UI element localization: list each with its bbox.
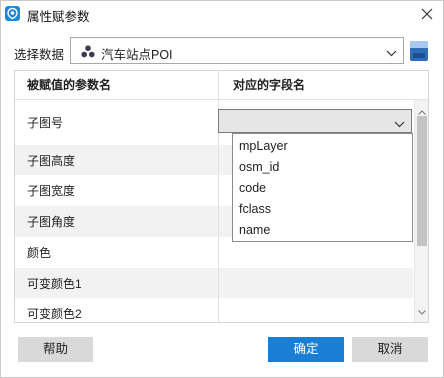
- grid-vertical-scrollbar[interactable]: [414, 100, 428, 322]
- datasource-label: 选择数据: [14, 48, 65, 62]
- window-title: 属性赋参数: [27, 10, 90, 24]
- grid-header: 被赋值的参数名 对应的字段名: [15, 71, 428, 100]
- datasource-row: 选择数据 汽车站点POI: [1, 37, 443, 65]
- app-logo-icon: [5, 6, 20, 21]
- dropdown-option[interactable]: fclass: [233, 199, 412, 220]
- field-name-combobox[interactable]: [218, 109, 412, 133]
- title-bar: 属性赋参数: [1, 1, 443, 27]
- attribute-parameter-dialog: 属性赋参数 选择数据 汽车站点POI 被赋值的参数名 对应的字段名 子图号 子图…: [0, 0, 444, 378]
- dropdown-option[interactable]: name: [233, 220, 412, 241]
- table-row[interactable]: 可变颜色2: [15, 298, 413, 322]
- close-button[interactable]: [417, 4, 437, 24]
- field-cell[interactable]: [219, 298, 413, 322]
- scrollbar-thumb[interactable]: [417, 116, 427, 246]
- close-icon: [421, 8, 433, 20]
- help-button[interactable]: 帮助: [18, 337, 93, 362]
- chevron-down-icon: [386, 46, 397, 60]
- dropdown-option[interactable]: osm_id: [233, 157, 412, 178]
- param-name-cell: 颜色: [15, 237, 219, 268]
- param-name-cell: 子图高度: [15, 145, 219, 175]
- param-name-cell: 子图宽度: [15, 175, 219, 206]
- point-layer-icon: [81, 45, 95, 58]
- column-header-field: 对应的字段名: [233, 78, 306, 92]
- field-cell[interactable]: [219, 268, 413, 298]
- chevron-down-icon: [394, 117, 405, 131]
- param-name-cell: 可变颜色2: [15, 298, 219, 322]
- ok-button[interactable]: 确定: [268, 337, 344, 362]
- scroll-down-icon[interactable]: [418, 304, 426, 318]
- dropdown-option[interactable]: mpLayer: [233, 136, 412, 157]
- dropdown-option[interactable]: code: [233, 178, 412, 199]
- datasource-value: 汽车站点POI: [101, 48, 173, 62]
- param-name-cell: 子图角度: [15, 206, 219, 237]
- database-icon: [410, 41, 428, 61]
- param-name-cell: 子图号: [15, 100, 219, 145]
- cancel-button[interactable]: 取消: [352, 337, 428, 362]
- field-name-dropdown-list: mpLayer osm_id code fclass name: [232, 133, 413, 242]
- table-row[interactable]: 可变颜色1: [15, 268, 413, 298]
- param-name-cell: 可变颜色1: [15, 268, 219, 298]
- datasource-select[interactable]: 汽车站点POI: [70, 37, 404, 64]
- database-button[interactable]: [409, 39, 429, 63]
- column-header-param: 被赋值的参数名: [15, 71, 219, 100]
